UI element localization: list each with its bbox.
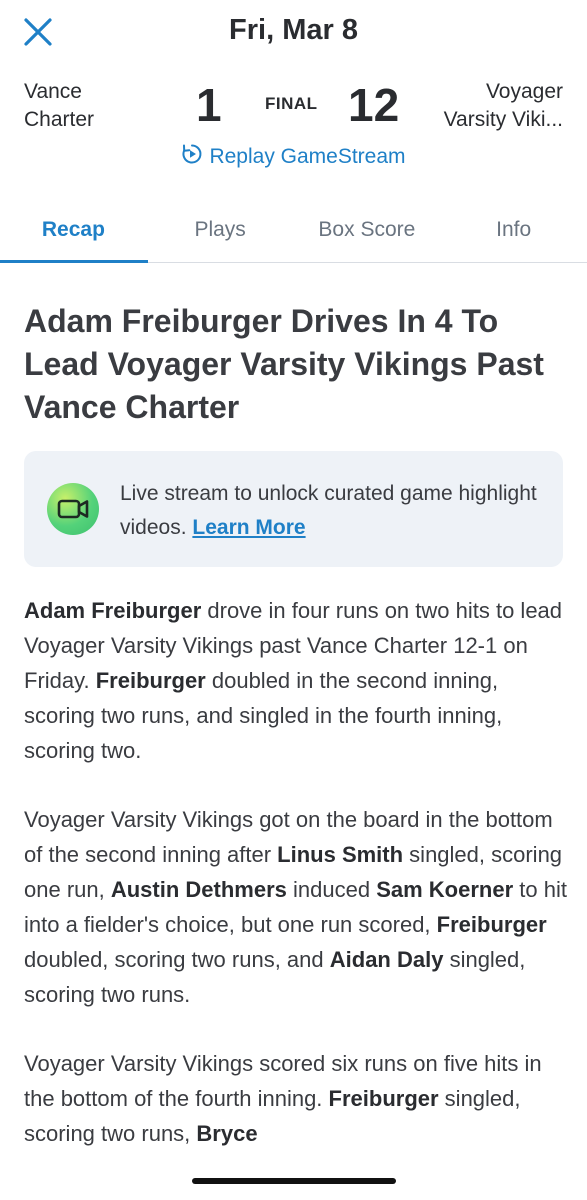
home-runs: 12 [348,79,400,131]
away-team-line2: Charter [24,108,95,131]
learn-more-link[interactable]: Learn More [192,516,305,539]
game-status: FINAL [265,94,318,113]
active-tab-indicator [0,260,148,263]
video-camera-icon [47,483,99,535]
replay-icon [181,143,203,171]
home-team-line1: Voyager [485,80,563,103]
player-name: Sam Koerner [376,877,514,902]
recap-headline: Adam Freiburger Drives In 4 To Lead Voya… [24,303,544,425]
article-text: doubled, scoring two runs, and [24,947,330,972]
article-paragraph-3: Voyager Varsity Vikings scored six runs … [24,1046,569,1151]
tab-info[interactable]: Info [440,202,587,262]
away-team-name[interactable]: Vance Charter [24,78,144,134]
recap-article: Adam Freiburger drove in four runs on tw… [24,593,569,1185]
article-paragraph-1: Adam Freiburger drove in four runs on tw… [24,593,569,768]
tab-recap[interactable]: Recap [0,202,147,262]
scoreboard: Vance Charter 1 FINAL 12 Voyager Varsity… [0,72,587,142]
away-team-line1: Vance [24,80,82,103]
home-team-line2: Varsity Viki... [443,108,563,131]
game-date: Fri, Mar 8 [229,14,358,46]
live-stream-promo: Live stream to unlock curated game highl… [24,451,563,567]
player-name: Freiburger [328,1086,439,1111]
tab-bar: Recap Plays Box Score Info [0,202,587,263]
player-name: Linus Smith [277,842,404,867]
promo-message: Live stream to unlock curated game highl… [120,477,540,545]
player-name: Freiburger [95,668,206,693]
replay-gamestream-link[interactable]: Replay GameStream [0,143,587,171]
article-text: induced [286,877,377,902]
top-bar: Fri, Mar 8 [0,0,587,60]
player-name: Freiburger [436,912,547,937]
player-name: Aidan Daly [329,947,444,972]
away-runs: 1 [196,79,222,131]
tab-box-score[interactable]: Box Score [294,202,441,262]
player-name: Bryce [196,1121,258,1146]
home-team-name[interactable]: Voyager Varsity Viki... [413,78,563,134]
player-name: Austin Dethmers [110,877,287,902]
player-name: Adam Freiburger [24,598,202,623]
home-indicator[interactable] [192,1178,396,1184]
promo-text: Live stream to unlock curated game highl… [120,482,537,539]
replay-label: Replay GameStream [209,145,406,168]
article-paragraph-2: Voyager Varsity Vikings got on the board… [24,802,569,1012]
tab-plays[interactable]: Plays [147,202,294,262]
